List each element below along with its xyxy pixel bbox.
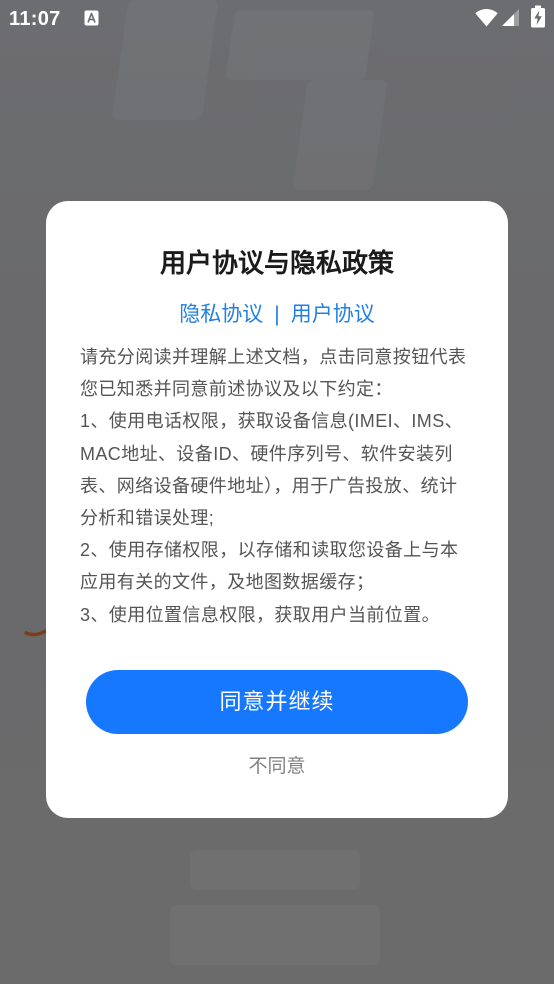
body-text-line: 您已知悉并同意前述协议及以下约定： [80, 379, 393, 400]
background-image-fragment [170, 905, 380, 965]
status-bar: 11:07 [0, 0, 554, 36]
background-image-fragment [292, 80, 387, 190]
signal-icon [502, 9, 519, 26]
wifi-icon [475, 8, 498, 27]
dialog-title: 用户协议与隐私政策 [159, 248, 394, 278]
status-time: 11:07 [9, 8, 61, 30]
battery-charging-icon [531, 5, 545, 28]
disagree-button[interactable]: 不同意 [227, 752, 327, 782]
privacy-policy-link[interactable]: 隐私协议 [179, 303, 263, 326]
privacy-agreement-dialog: 用户协议与隐私政策 隐私协议 | 用户协议 请充分阅读并理解上述文档，点击同意按钮代… [46, 201, 508, 818]
body-text-line: 表、网络设备硬件地址），用于广告投放、统计 [80, 475, 458, 496]
body-text-line: 2、使用存储权限，以存储和读取您设备上与本 [80, 540, 459, 561]
link-separator: | [274, 303, 280, 326]
body-text-line: 应用有关的文件，及地图数据缓存； [80, 572, 375, 593]
agree-and-continue-button[interactable]: 同意并继续 [86, 670, 468, 734]
user-agreement-link[interactable]: 用户协议 [291, 303, 375, 326]
body-text-line: 分析和错误处理; [80, 507, 215, 528]
dimmed-app-background[interactable]: 11:07 用户协议与隐私政策 隐私协议 | 用户协议 请充分阅读并理解上述文档，点… [0, 0, 554, 984]
keyboard-a-icon [84, 10, 99, 26]
agreement-links: 隐私协议 | 用户协议 [46, 299, 508, 331]
agreement-body-text: 请充分阅读并理解上述文档，点击同意按钮代表 您已知悉并同意前述协议及以下约定： … [80, 341, 492, 631]
body-text-line: 请充分阅读并理解上述文档，点击同意按钮代表 [80, 347, 467, 367]
body-text-line: 3、使用位置信息权限，获取用户当前位置。 [80, 604, 441, 625]
body-text-line: MAC地址、设备ID、硬件序列号、软件安装列 [80, 443, 453, 464]
background-image-fragment [190, 850, 360, 890]
body-text-line: 1、使用电话权限，获取设备信息(IMEI、IMS、 [80, 411, 464, 432]
